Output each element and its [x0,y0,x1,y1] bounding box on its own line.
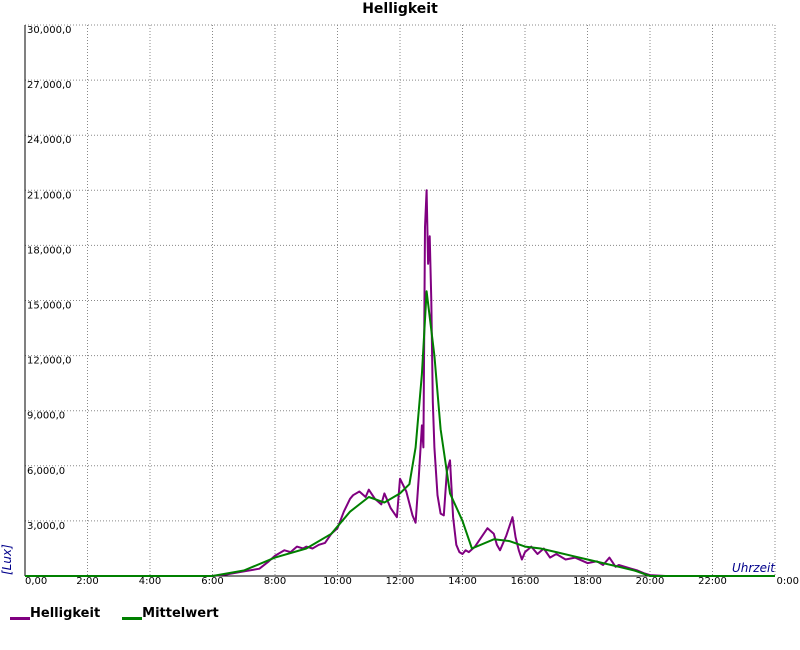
y-tick-label: 6,000,0 [27,466,65,477]
series-group [25,189,775,577]
y-tick-label: 21,000,0 [27,190,72,201]
chart-title: Helligkeit [362,1,438,17]
legend-label-mittelwert: Mittelwert [142,606,219,621]
x-tick-label: 14:00 [448,576,477,587]
x-axis-label: Uhrzeit [732,561,776,575]
chart-svg: Helligkeit 3,000,0 6,000,0 9,000,0 12,000,0… [0,1,799,587]
y-tick-label: 15,000,0 [27,301,72,312]
legend-item-helligkeit: Helligkeit [10,606,100,621]
legend-swatch-helligkeit [10,617,30,620]
y-tick-labels: 3,000,0 6,000,0 9,000,0 12,000,0 15,000,0 18,… [27,25,72,532]
y-tick-label: 24,000,0 [27,135,72,146]
x-tick-label: 20:00 [636,576,665,587]
x-tick-label: 0,00 [25,576,47,587]
x-tick-label: 2:00 [76,576,98,587]
legend-swatch-mittelwert [122,617,143,620]
x-tick-label: 18:00 [573,576,602,587]
x-tick-labels: 0,00 2:00 4:00 6:00 8:00 10:00 12:00 14:00 16:00… [25,576,799,587]
x-tick-label: 4:00 [139,576,161,587]
y-tick-label: 3,000,0 [27,521,65,532]
y-tick-label: 27,000,0 [27,80,72,91]
x-tick-label: 0:00 [777,576,799,587]
legend-item-mittelwert: Mittelwert [122,606,219,621]
y-tick-label: 18,000,0 [27,245,72,256]
legend-label-helligkeit: Helligkeit [30,606,101,621]
y-tick-label: 9,000,0 [27,411,65,422]
legend: Helligkeit Mittelwert [10,606,219,621]
x-tick-label: 10:00 [323,576,352,587]
y-tick-label: 30,000,0 [27,25,72,36]
series-line-helligkeit [25,189,775,577]
x-tick-label: 6:00 [201,576,223,587]
x-tick-label: 12:00 [386,576,415,587]
y-axis-label: [Lux] [0,544,14,575]
x-tick-label: 8:00 [264,576,286,587]
x-tick-label: 16:00 [511,576,540,587]
x-tick-label: 22:00 [698,576,727,587]
y-tick-label: 12,000,0 [27,356,72,367]
